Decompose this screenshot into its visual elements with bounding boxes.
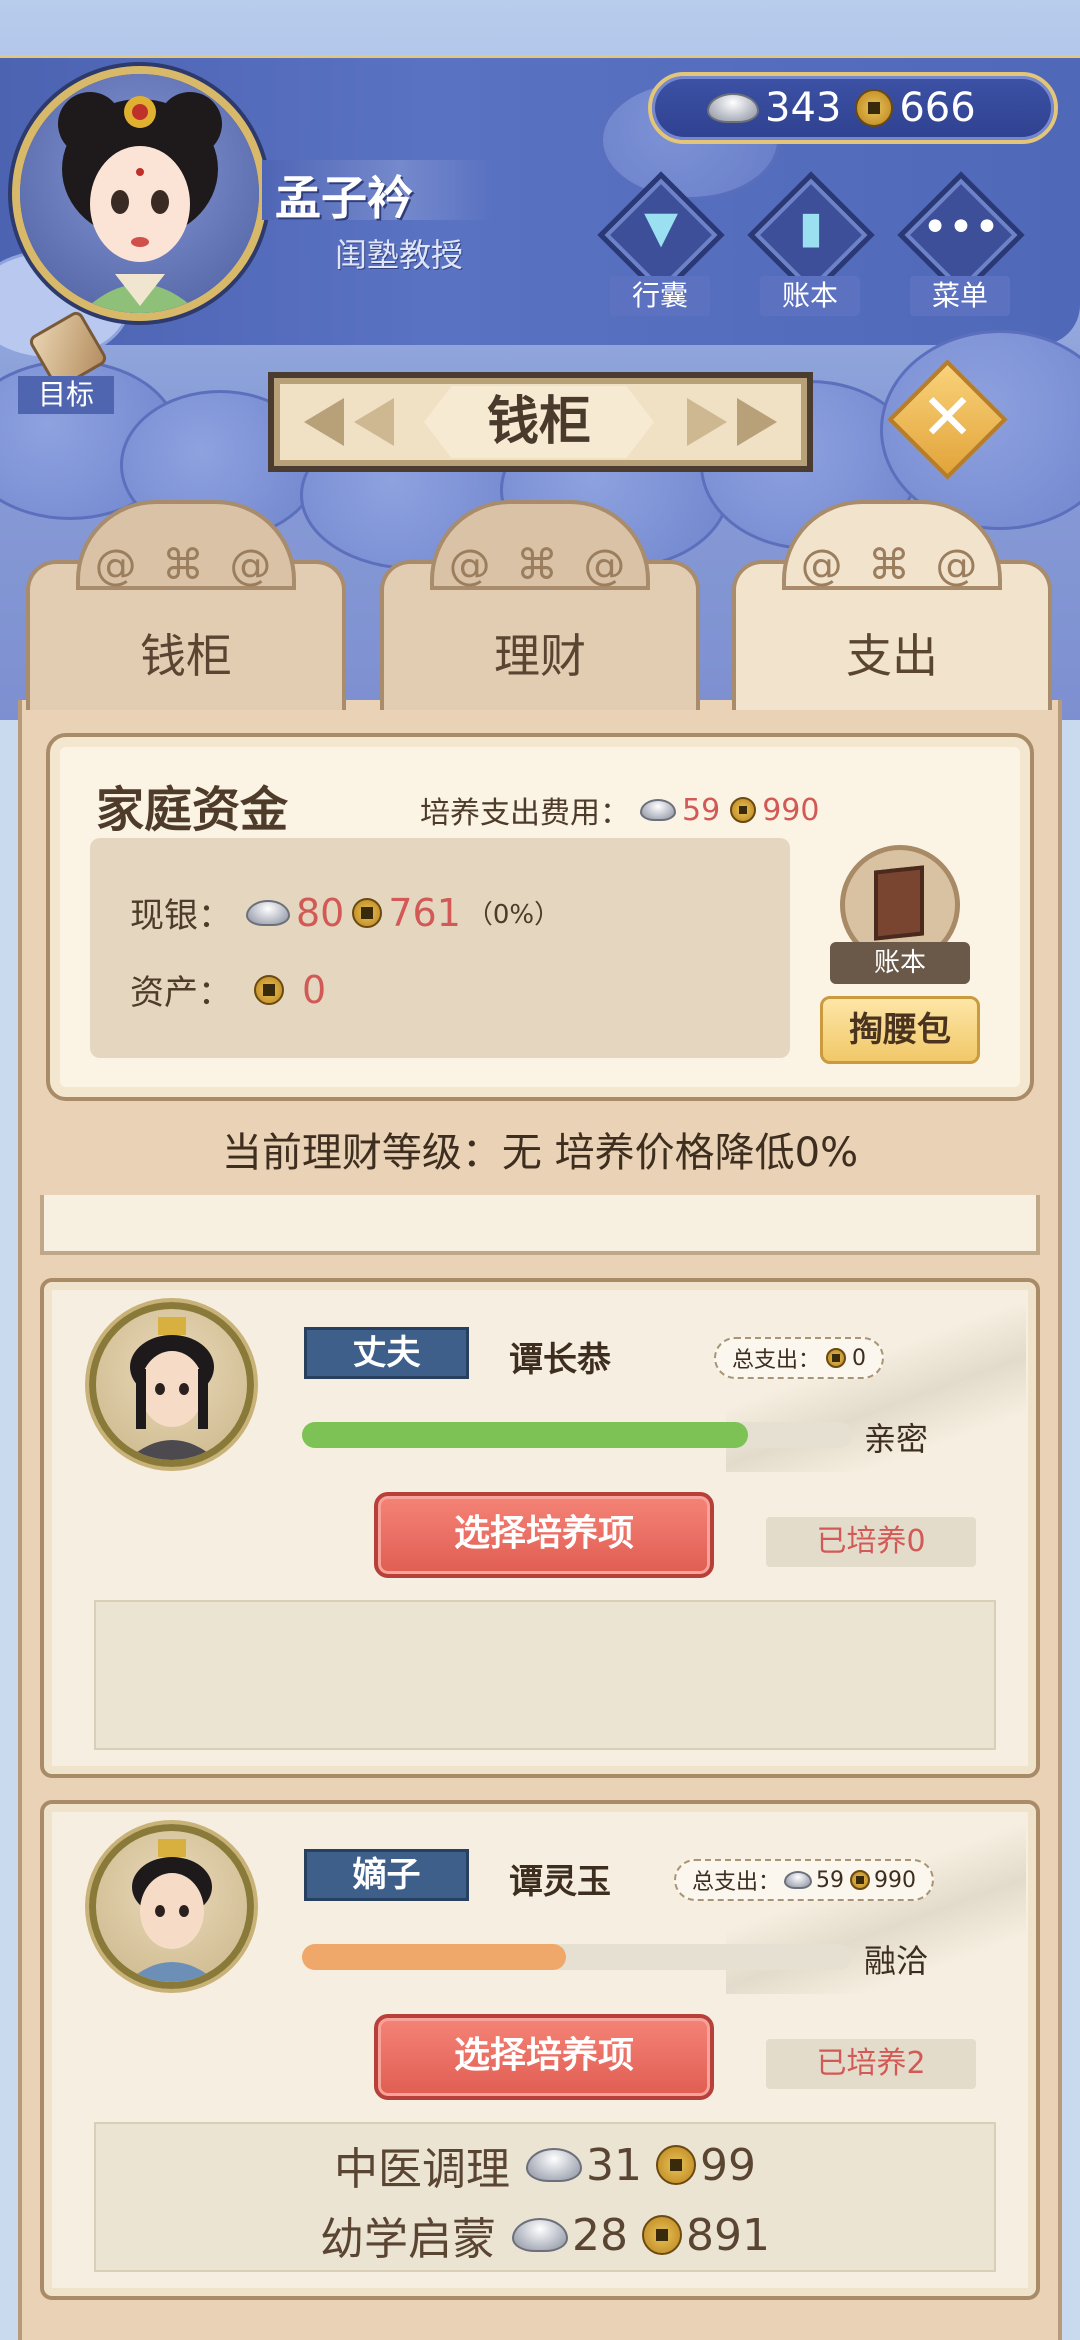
- goal-label: 目标: [18, 376, 114, 414]
- lady-portrait-icon: [58, 92, 222, 313]
- scroll-strip: [40, 1195, 1040, 1255]
- relation-label: 融洽: [864, 1942, 929, 1980]
- bag-icon: ▼: [644, 202, 678, 253]
- tab-zhichu[interactable]: @ ⌘ @ 支出: [722, 500, 1062, 710]
- tab-label: 理财: [494, 629, 586, 683]
- silver-ingot-icon: [784, 1871, 813, 1889]
- cloud-swirl-icon: @ ⌘ @: [800, 540, 984, 589]
- boy-portrait-icon: [127, 1839, 217, 1982]
- ledger-shortcut-label: 账本: [830, 942, 970, 984]
- relation-label: 亲密: [864, 1420, 929, 1458]
- silver-ingot-icon: [707, 93, 759, 123]
- member-card-son: 嫡子 谭灵玉 总支出： 59 990 融洽 选择培养项 已培养2 中医调理 31…: [40, 1800, 1040, 2300]
- role-tag: 丈夫: [304, 1327, 469, 1379]
- member-card-husband: 丈夫 谭长恭 总支出： 0 亲密 选择培养项 已培养0: [40, 1278, 1040, 1778]
- role-tag: 嫡子: [304, 1849, 469, 1901]
- member-name: 谭灵玉: [509, 1862, 611, 1902]
- book-icon: [874, 865, 924, 941]
- cloud-swirl-icon: @ ⌘ @: [94, 540, 278, 589]
- relation-bar: [302, 1944, 852, 1970]
- copper-coin-icon: [254, 974, 284, 1005]
- copper-amount: 666: [899, 85, 976, 131]
- member-name: 谭长恭: [509, 1340, 611, 1380]
- player-name: 孟子衿: [275, 171, 413, 225]
- man-portrait-icon: [127, 1317, 217, 1460]
- pay-out-of-pocket-button[interactable]: 掏腰包: [820, 996, 980, 1064]
- bag-button[interactable]: ▼ 行囊: [597, 171, 725, 316]
- training-items-panel: 中医调理 31 99 幼学启蒙 28 891: [94, 2122, 996, 2272]
- trained-count: 已培养2: [766, 2039, 976, 2089]
- training-item: 中医调理 31 99: [334, 2139, 756, 2196]
- copper-coin-icon: [656, 2145, 696, 2185]
- asset-row: 资产： 0: [130, 967, 327, 1014]
- copper-coin-icon: [352, 897, 383, 928]
- silver-ingot-icon: [640, 799, 676, 821]
- ledger-label: 账本: [760, 276, 860, 316]
- relation-bar-fill: [302, 1944, 566, 1970]
- choose-training-button[interactable]: 选择培养项: [374, 1492, 714, 1578]
- silver-amount: 343: [765, 85, 842, 131]
- page-title-banner: 钱柜: [268, 372, 813, 472]
- silver-ingot-icon: [512, 2218, 568, 2252]
- tab-label: 支出: [846, 629, 938, 683]
- fund-title: 家庭资金: [96, 782, 289, 838]
- player-avatar[interactable]: [12, 66, 267, 321]
- cash-row: 现银： 80 761 （0%）: [130, 890, 561, 937]
- bag-label: 行囊: [610, 276, 710, 316]
- trained-count: 已培养0: [766, 1517, 976, 1567]
- husband-avatar[interactable]: [89, 1302, 254, 1467]
- tab-label: 钱柜: [140, 629, 232, 683]
- copper-coin-icon: [642, 2215, 682, 2255]
- ledger-icon: ▮: [798, 202, 824, 253]
- training-cost: 培养支出费用： 59 990: [420, 792, 820, 832]
- relation-bar: [302, 1422, 852, 1448]
- total-spend-pill: 总支出： 0: [714, 1337, 885, 1379]
- close-icon[interactable]: ✕: [905, 377, 990, 462]
- silver-ingot-icon: [526, 2148, 582, 2182]
- copper-coin-icon: [850, 1870, 871, 1890]
- training-item: 幼学启蒙 28 891: [320, 2209, 770, 2266]
- menu-dots-icon: •••: [922, 202, 1000, 253]
- training-items-panel: [94, 1600, 996, 1750]
- copper-coin-icon: [730, 797, 757, 823]
- tab-qiangui[interactable]: @ ⌘ @ 钱柜: [16, 500, 356, 710]
- menu-label: 菜单: [910, 276, 1010, 316]
- menu-button[interactable]: ••• 菜单: [897, 171, 1025, 316]
- relation-bar-fill: [302, 1422, 748, 1448]
- page-title: 钱柜: [424, 386, 654, 458]
- son-avatar[interactable]: [89, 1824, 254, 1989]
- finance-level-text: 当前理财等级：无 培养价格降低0%: [221, 1130, 859, 1176]
- copper-coin-icon: [855, 89, 894, 127]
- goal-button[interactable]: 目标: [18, 309, 118, 414]
- fund-details-panel: [90, 838, 790, 1058]
- silver-ingot-icon: [246, 899, 290, 926]
- copper-coin-icon: [826, 1348, 847, 1368]
- player-title: 闺塾教授: [335, 236, 464, 274]
- cloud-swirl-icon: @ ⌘ @: [448, 540, 632, 589]
- currency-bar: 343 666: [648, 72, 1058, 144]
- ledger-button[interactable]: ▮ 账本: [747, 171, 875, 316]
- total-spend-pill: 总支出： 59 990: [674, 1859, 935, 1901]
- tab-licai[interactable]: @ ⌘ @ 理财: [370, 500, 710, 710]
- choose-training-button[interactable]: 选择培养项: [374, 2014, 714, 2100]
